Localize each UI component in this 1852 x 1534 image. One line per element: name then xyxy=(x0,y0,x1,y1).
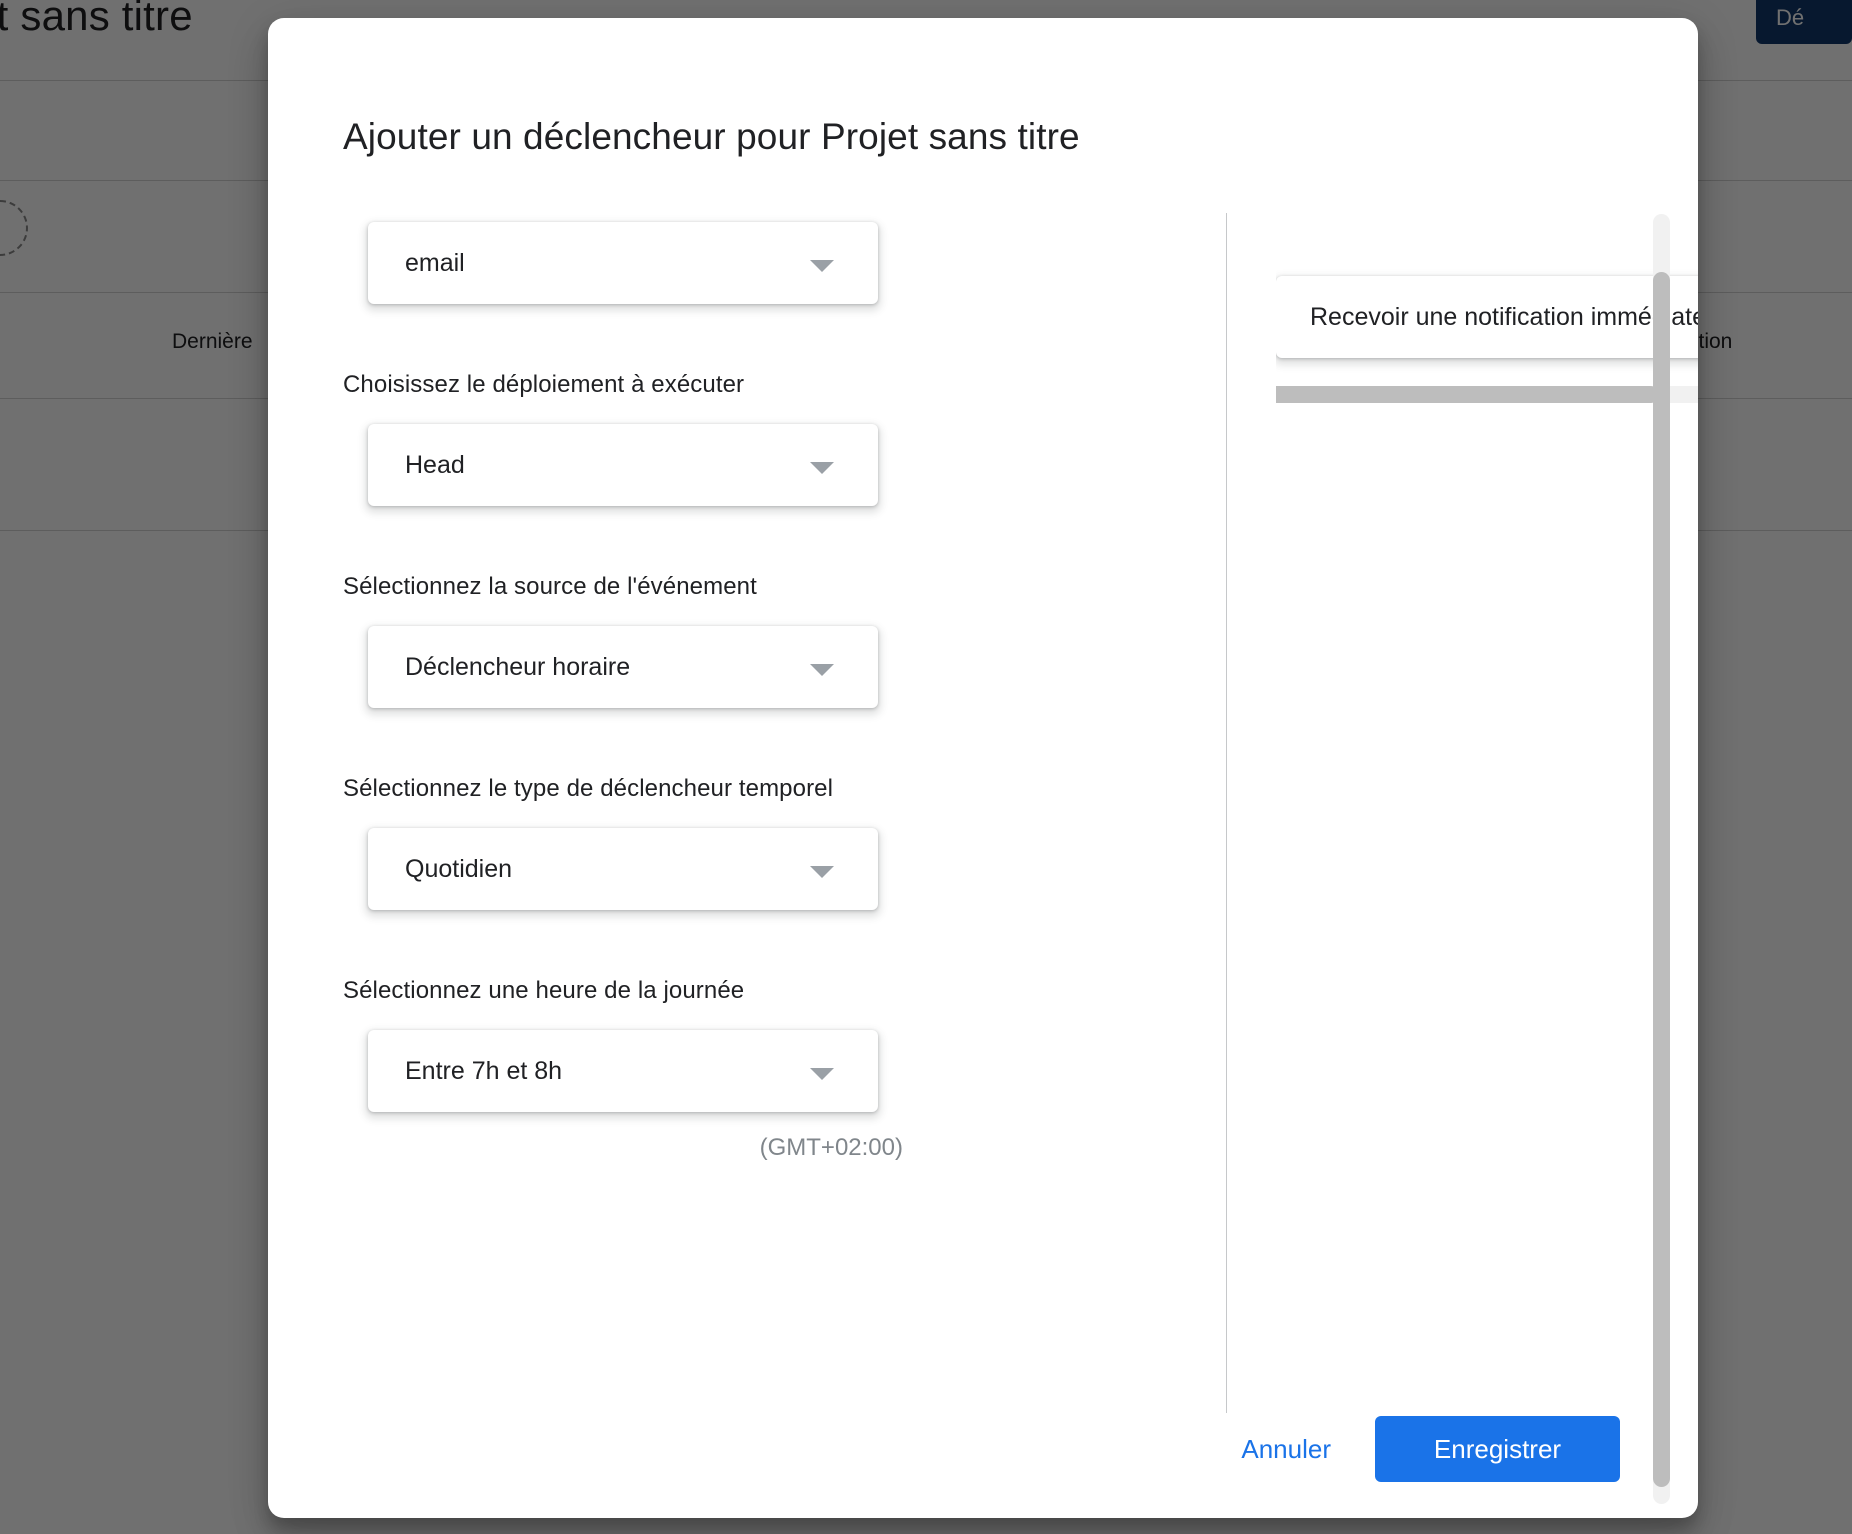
failure-notification-select[interactable]: Recevoir une notification immédiatement xyxy=(1276,276,1698,358)
dialog-left-column: email Choisissez le déploiement à exécut… xyxy=(343,208,1193,1162)
function-select-value: email xyxy=(405,249,465,277)
time-of-day-label: Sélectionnez une heure de la journée xyxy=(343,977,745,1004)
event-source-label: Sélectionnez la source de l'événement xyxy=(343,573,757,600)
vertical-scrollbar[interactable] xyxy=(1653,214,1670,1504)
chevron-down-icon xyxy=(810,462,834,474)
save-button[interactable]: Enregistrer xyxy=(1375,1416,1620,1482)
timezone-note: (GMT+02:00) xyxy=(759,1134,903,1161)
dialog-title: Ajouter un déclencheur pour Projet sans … xyxy=(343,116,1080,157)
time-of-day-select[interactable]: Entre 7h et 8h xyxy=(368,1030,878,1112)
dialog-right-column: d'échec Recevoir une notification immédi… xyxy=(1276,208,1698,1413)
chevron-down-icon xyxy=(810,260,834,272)
time-trigger-type-select-value: Quotidien xyxy=(405,855,513,883)
failure-notification-select-value: Recevoir une notification immédiatement xyxy=(1310,303,1698,331)
failure-notification-label: d'échec xyxy=(1294,208,1376,214)
column-divider xyxy=(1226,213,1227,1413)
event-source-select[interactable]: Déclencheur horaire xyxy=(368,626,878,708)
cancel-button[interactable]: Annuler xyxy=(1219,1420,1353,1478)
chevron-down-icon xyxy=(810,866,834,878)
deployment-select-value: Head xyxy=(405,451,465,479)
dialog-footer: Annuler Enregistrer xyxy=(268,1398,1698,1518)
dialog-body: email Choisissez le déploiement à exécut… xyxy=(268,208,1698,1423)
time-of-day-select-value: Entre 7h et 8h xyxy=(405,1057,563,1085)
horizontal-scrollbar-thumb[interactable] xyxy=(1276,386,1659,403)
chevron-down-icon xyxy=(810,1068,834,1080)
add-trigger-dialog: Ajouter un déclencheur pour Projet sans … xyxy=(268,18,1698,1518)
deployment-select[interactable]: Head xyxy=(368,424,878,506)
page-root: ojet sans titre Dé Dernière ction Ajoute… xyxy=(0,0,1852,1534)
function-select[interactable]: email xyxy=(368,222,878,304)
horizontal-scrollbar[interactable] xyxy=(1276,386,1698,403)
chevron-down-icon xyxy=(810,664,834,676)
deployment-label: Choisissez le déploiement à exécuter xyxy=(343,371,745,398)
time-trigger-type-label: Sélectionnez le type de déclencheur temp… xyxy=(343,775,834,802)
vertical-scrollbar-thumb[interactable] xyxy=(1653,272,1670,1487)
event-source-select-value: Déclencheur horaire xyxy=(405,653,631,681)
time-trigger-type-select[interactable]: Quotidien xyxy=(368,828,878,910)
